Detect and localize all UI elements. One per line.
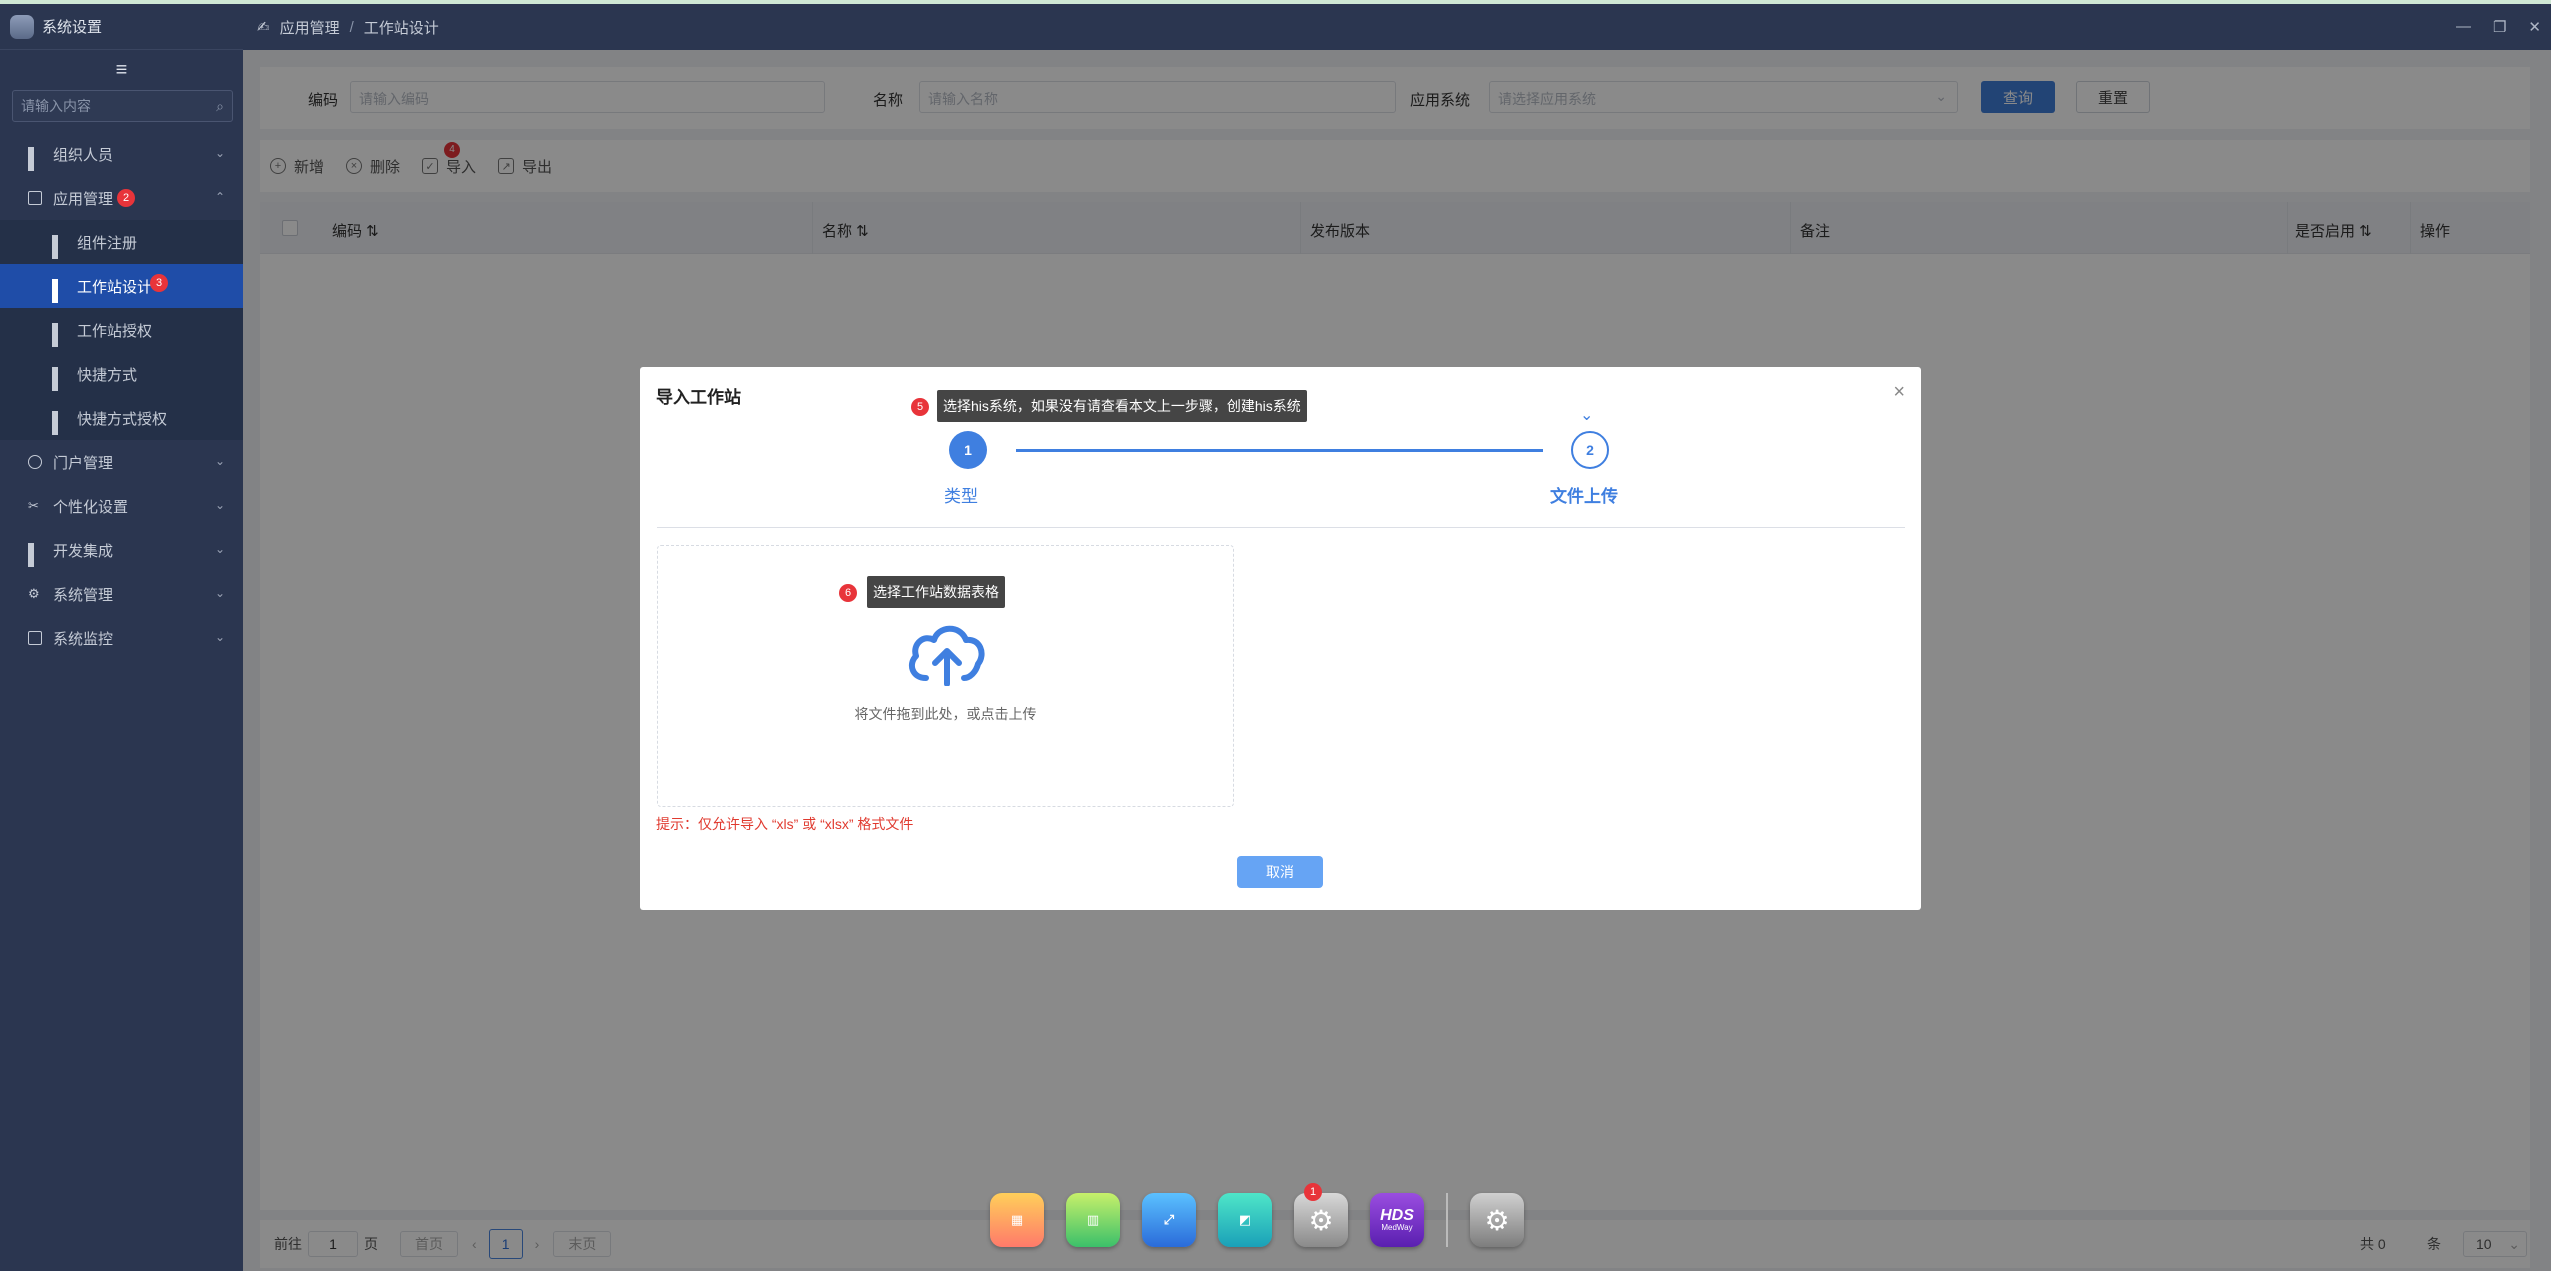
- step-2-label: 文件上传: [1550, 487, 1618, 506]
- dock-badge: 1: [1304, 1183, 1322, 1201]
- close-icon[interactable]: ✕: [2528, 18, 2541, 36]
- step-2-indicator: 2: [1571, 431, 1609, 469]
- dock-app-system-settings[interactable]: ⚙: [1470, 1193, 1524, 1247]
- import-workstation-dialog: 导入工作站 × ⌄ 1 2 类型 文件上传 将文件拖到此处，或点击上传 提示：仅…: [640, 367, 1921, 910]
- gear-icon: ⚙: [1308, 1204, 1334, 1236]
- annotation-badge: 5: [911, 398, 929, 416]
- breadcrumb-parent[interactable]: 应用管理: [280, 17, 340, 38]
- step-1-label: 类型: [944, 487, 978, 506]
- dock-app-hds[interactable]: HDS MedWay: [1370, 1193, 1424, 1247]
- breadcrumb-current: 工作站设计: [363, 19, 439, 37]
- breadcrumb-icon: ✍: [257, 19, 270, 36]
- annotation-badge: 6: [839, 584, 857, 602]
- hds-logo-text: HDS: [1380, 1207, 1414, 1224]
- file-format-hint: 提示：仅允许导入 “xls” 或 “xlsx” 格式文件: [656, 816, 914, 832]
- breadcrumb-separator: /: [349, 18, 354, 36]
- annotation-tooltip: 选择his系统，如果没有请查看本文上一步骤，创建his系统: [937, 390, 1307, 422]
- upload-instruction: 将文件拖到此处，或点击上传: [854, 706, 1037, 722]
- gear-icon: ⚙: [1484, 1204, 1510, 1236]
- sidebar-overlay: [0, 4, 243, 1271]
- app-window-icon: ▦: [1010, 1212, 1024, 1227]
- annotation-tooltip: 选择工作站数据表格: [867, 576, 1005, 608]
- breadcrumb: ✍ 应用管理 / 工作站设计 — ❐ ✕: [243, 4, 2551, 50]
- chevron-down-icon: ⌄: [1580, 407, 1594, 424]
- dock-app-blue[interactable]: ⤢: [1142, 1193, 1196, 1247]
- dock-app-orange[interactable]: ▦: [990, 1193, 1044, 1247]
- minimize-icon[interactable]: —: [2456, 18, 2471, 36]
- close-icon[interactable]: ×: [1893, 381, 1905, 404]
- step-1-indicator: 1: [949, 431, 987, 469]
- cloud-upload-icon: [908, 625, 985, 686]
- taskbar-dock: ▦ ▥ ⤢ ◩ ⚙ 1 HDS MedWay ⚙: [990, 1183, 1524, 1252]
- cancel-button[interactable]: 取消: [1237, 856, 1323, 888]
- hds-logo-subtext: MedWay: [1381, 1223, 1413, 1232]
- step-progress-line: [1016, 449, 1543, 452]
- dialog-title: 导入工作站: [656, 388, 741, 407]
- restore-icon[interactable]: ❐: [2493, 18, 2506, 36]
- dock-app-green[interactable]: ▥: [1066, 1193, 1120, 1247]
- dock-app-settings[interactable]: ⚙ 1: [1294, 1183, 1348, 1247]
- window-controls: — ❐ ✕: [2456, 18, 2541, 36]
- monitor-icon: ◩: [1238, 1212, 1252, 1227]
- dialog-divider: [657, 527, 1905, 528]
- expand-icon: ⤢: [1163, 1212, 1175, 1227]
- dock-app-teal[interactable]: ◩: [1218, 1193, 1272, 1247]
- dock-separator: [1446, 1193, 1448, 1247]
- columns-icon: ▥: [1086, 1212, 1100, 1227]
